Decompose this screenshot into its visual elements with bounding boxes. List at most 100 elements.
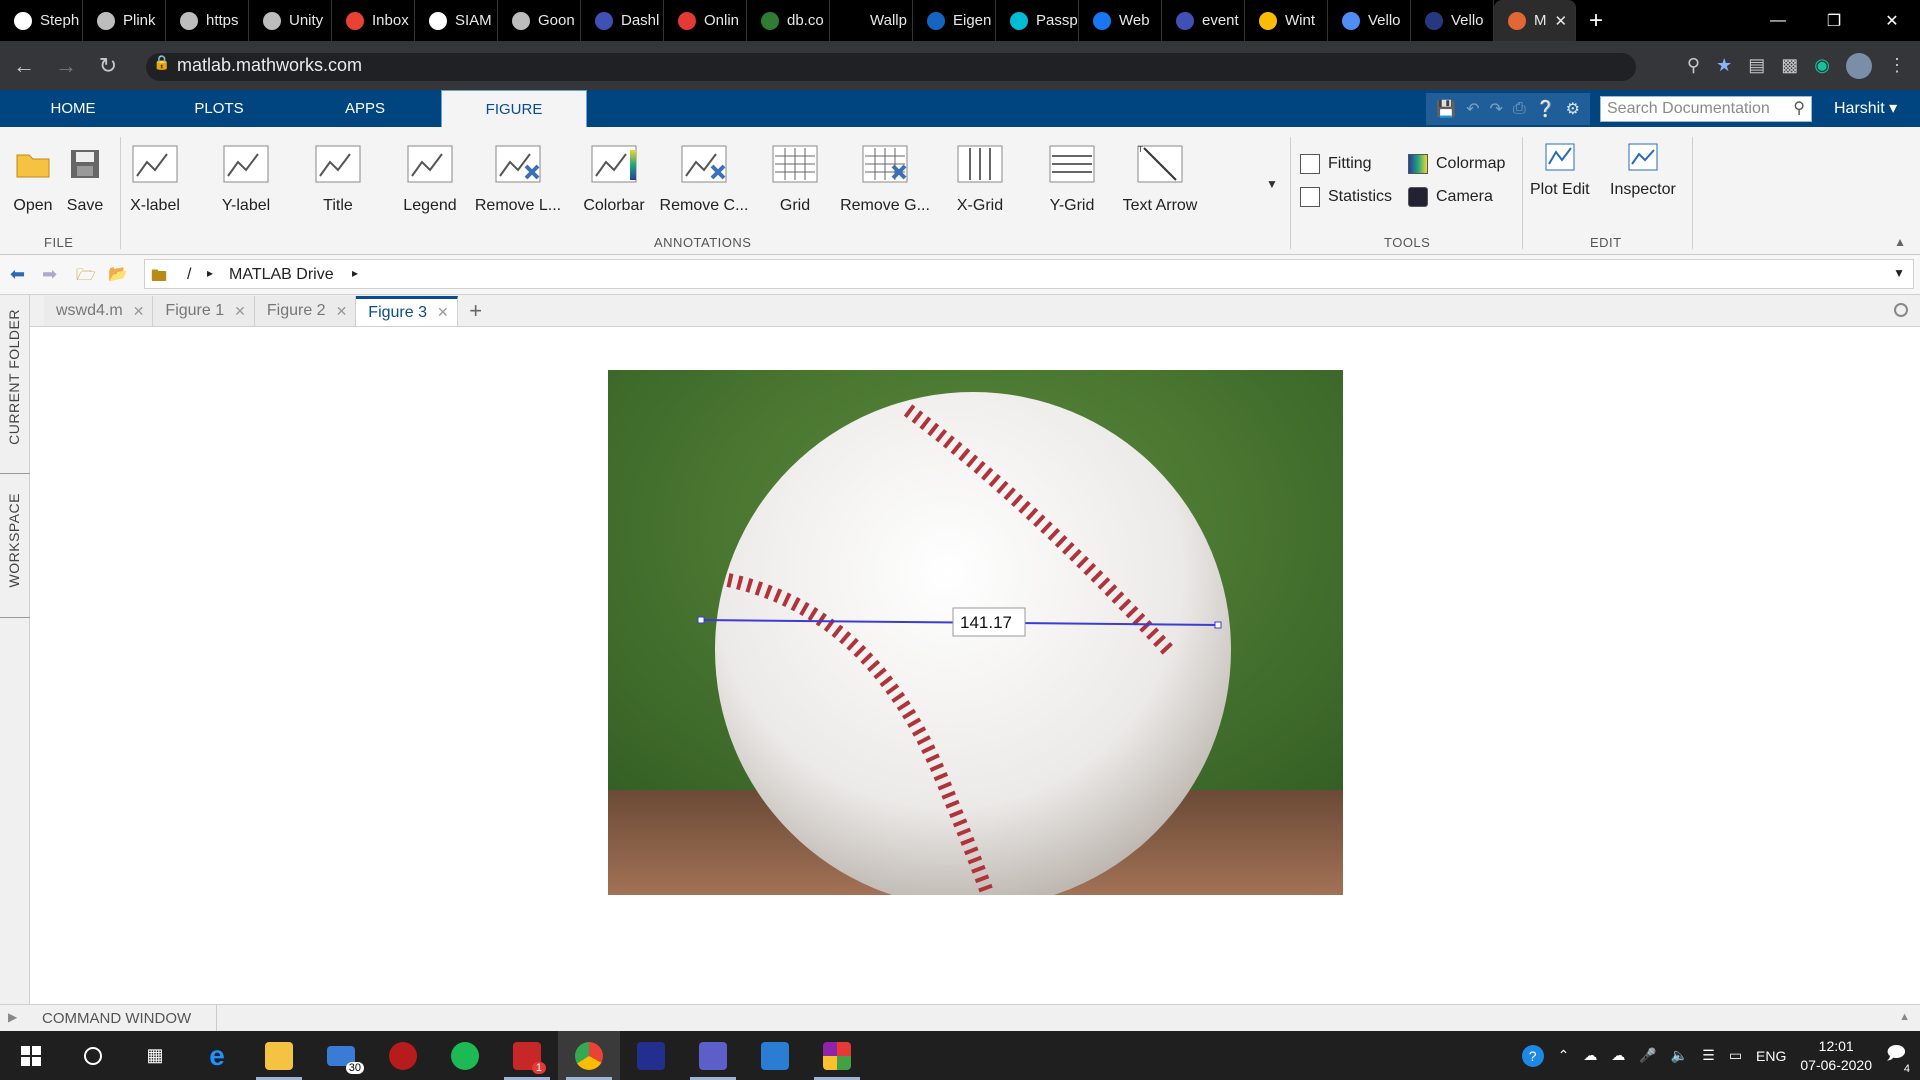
browser-tab[interactable]: Unity: [249, 0, 332, 41]
browser-tab[interactable]: db.co: [747, 0, 830, 41]
settings-icon[interactable]: ⚙: [1566, 99, 1580, 119]
browser-tab[interactable]: Vello: [1328, 0, 1411, 41]
browser-tab[interactable]: Onlin: [664, 0, 747, 41]
statistics-button[interactable]: Statistics: [1300, 187, 1392, 207]
chrome-icon[interactable]: [558, 1031, 620, 1080]
colormap-button[interactable]: Colormap: [1408, 154, 1505, 174]
browser-tab[interactable]: Web: [1079, 0, 1162, 41]
browser-tab[interactable]: event: [1162, 0, 1245, 41]
onedrive-icon[interactable]: ☁: [1583, 1047, 1597, 1064]
fitting-button[interactable]: Fitting: [1300, 154, 1372, 174]
save-icon[interactable]: 💾: [1436, 99, 1456, 119]
add-tab-icon[interactable]: +: [458, 296, 494, 326]
notification-icon[interactable]: 🗩 4: [1886, 1041, 1910, 1075]
tab-figure-2[interactable]: Figure 2 ✕: [254, 296, 357, 326]
workspace-tab[interactable]: WORKSPACE: [6, 493, 22, 587]
browser-tab[interactable]: Wint: [1245, 0, 1328, 41]
tab-figure-3[interactable]: Figure 3 ✕: [356, 296, 458, 326]
browser-tab[interactable]: Vello: [1411, 0, 1494, 41]
extension2-icon[interactable]: ▩: [1781, 55, 1798, 76]
photos-icon[interactable]: [744, 1031, 806, 1080]
game-icon[interactable]: [372, 1031, 434, 1080]
volume-icon[interactable]: 🔈: [1671, 1047, 1688, 1064]
extension-icon[interactable]: ▤: [1748, 55, 1765, 76]
expand-icon[interactable]: ▶: [8, 1010, 17, 1024]
chevron-up-icon[interactable]: ⌃: [1558, 1047, 1570, 1064]
legend-button[interactable]: Legend: [380, 139, 480, 215]
remove-grid-button[interactable]: Remove G...: [835, 139, 935, 215]
browser-tab[interactable]: Plink: [83, 0, 166, 41]
browser-tab[interactable]: https: [166, 0, 249, 41]
browser-tab[interactable]: Goon: [498, 0, 581, 41]
spotify-icon[interactable]: [434, 1031, 496, 1080]
grid-button[interactable]: Grid: [745, 139, 845, 215]
y-grid-button[interactable]: Y-Grid: [1022, 139, 1122, 215]
clock[interactable]: 12:01 07-06-2020: [1800, 1037, 1872, 1075]
user-menu[interactable]: Harshit ▾: [1834, 98, 1897, 118]
amazon-music-icon[interactable]: [620, 1031, 682, 1080]
undo-icon[interactable]: ↶: [1466, 99, 1479, 119]
tab-wswd4[interactable]: wswd4.m ✕: [44, 296, 154, 326]
forward-arrow-icon[interactable]: ➡: [42, 264, 57, 285]
edge-icon[interactable]: e: [186, 1031, 248, 1080]
tab-plots[interactable]: PLOTS: [146, 90, 292, 127]
inspector-button[interactable]: Inspector: [1610, 139, 1676, 199]
reload-icon[interactable]: ↻: [90, 48, 126, 84]
close-tab-icon[interactable]: ✕: [234, 303, 246, 320]
mic-icon[interactable]: 🎤: [1639, 1047, 1656, 1064]
text-arrow-button[interactable]: T Text Arrow: [1110, 139, 1210, 215]
file-explorer-icon[interactable]: [248, 1031, 310, 1080]
battery-icon[interactable]: ▭: [1729, 1047, 1742, 1064]
restore-panel-icon[interactable]: ▲: [1899, 1011, 1910, 1023]
x-grid-button[interactable]: X-Grid: [930, 139, 1030, 215]
collapse-ribbon-icon[interactable]: ▲: [1894, 235, 1906, 249]
remove-legend-button[interactable]: Remove L...: [468, 139, 568, 215]
path-dropdown-icon[interactable]: ▼: [1893, 266, 1905, 280]
search-documentation-input[interactable]: Search Documentation ⚲: [1600, 96, 1812, 122]
remove-colorbar-button[interactable]: Remove C...: [654, 139, 754, 215]
close-tab-icon[interactable]: ✕: [133, 303, 145, 320]
browse-folder-icon[interactable]: 📂: [108, 264, 128, 284]
wifi-icon[interactable]: ☰: [1702, 1047, 1715, 1064]
mail-icon[interactable]: 30: [310, 1031, 372, 1080]
up-folder-icon[interactable]: 🗁: [76, 264, 96, 291]
x-label-button[interactable]: X-label: [105, 139, 205, 215]
tab-home[interactable]: HOME: [0, 90, 146, 127]
current-folder-tab[interactable]: CURRENT FOLDER: [6, 309, 22, 445]
tab-figure-1[interactable]: Figure 1 ✕: [153, 296, 255, 326]
address-bar[interactable]: [146, 53, 1636, 81]
tab-figure[interactable]: FIGURE: [441, 90, 587, 127]
command-window-tab[interactable]: COMMAND WINDOW: [42, 1010, 191, 1027]
colorbar-button[interactable]: Colorbar: [564, 139, 664, 215]
close-tab-icon[interactable]: ✕: [336, 303, 348, 320]
back-arrow-icon[interactable]: ⬅: [10, 264, 25, 285]
redo-icon[interactable]: ↷: [1490, 99, 1503, 119]
path-folder[interactable]: MATLAB Drive: [229, 266, 334, 284]
app-grid-icon[interactable]: [806, 1031, 868, 1080]
close-tab-icon[interactable]: ✕: [1555, 12, 1568, 30]
close-window-button[interactable]: ✕: [1864, 0, 1920, 41]
print-icon[interactable]: ⎙: [1513, 100, 1526, 118]
bookmark-star-icon[interactable]: ★: [1716, 55, 1732, 76]
path-root[interactable]: /: [187, 266, 191, 284]
help-icon[interactable]: ❔: [1536, 99, 1556, 119]
tab-apps[interactable]: APPS: [292, 90, 438, 127]
distance-measurement-label[interactable]: 141.17: [960, 613, 1012, 633]
browser-tab[interactable]: M ✕: [1494, 0, 1576, 41]
browser-tab[interactable]: Inbox: [332, 0, 415, 41]
teams-icon[interactable]: [682, 1031, 744, 1080]
forward-icon[interactable]: →: [48, 48, 84, 84]
camera-button[interactable]: Camera: [1408, 187, 1493, 207]
hangouts-icon[interactable]: 1: [496, 1031, 558, 1080]
profile-avatar[interactable]: [1846, 52, 1872, 79]
browser-tab[interactable]: Wallp: [830, 0, 913, 41]
path-field[interactable]: 🖿 / ▸ MATLAB Drive ▸ ▼: [144, 259, 1914, 289]
browser-tab[interactable]: Dashl: [581, 0, 664, 41]
back-icon[interactable]: ←: [6, 48, 42, 84]
zoom-icon[interactable]: ⚲: [1687, 55, 1700, 76]
help-icon[interactable]: ?: [1521, 1044, 1544, 1067]
open-button[interactable]: Open: [6, 139, 60, 215]
menu-icon[interactable]: ⋮: [1888, 55, 1906, 76]
grammarly-icon[interactable]: ◉: [1814, 55, 1830, 76]
browser-tab[interactable]: Eigen: [913, 0, 996, 41]
